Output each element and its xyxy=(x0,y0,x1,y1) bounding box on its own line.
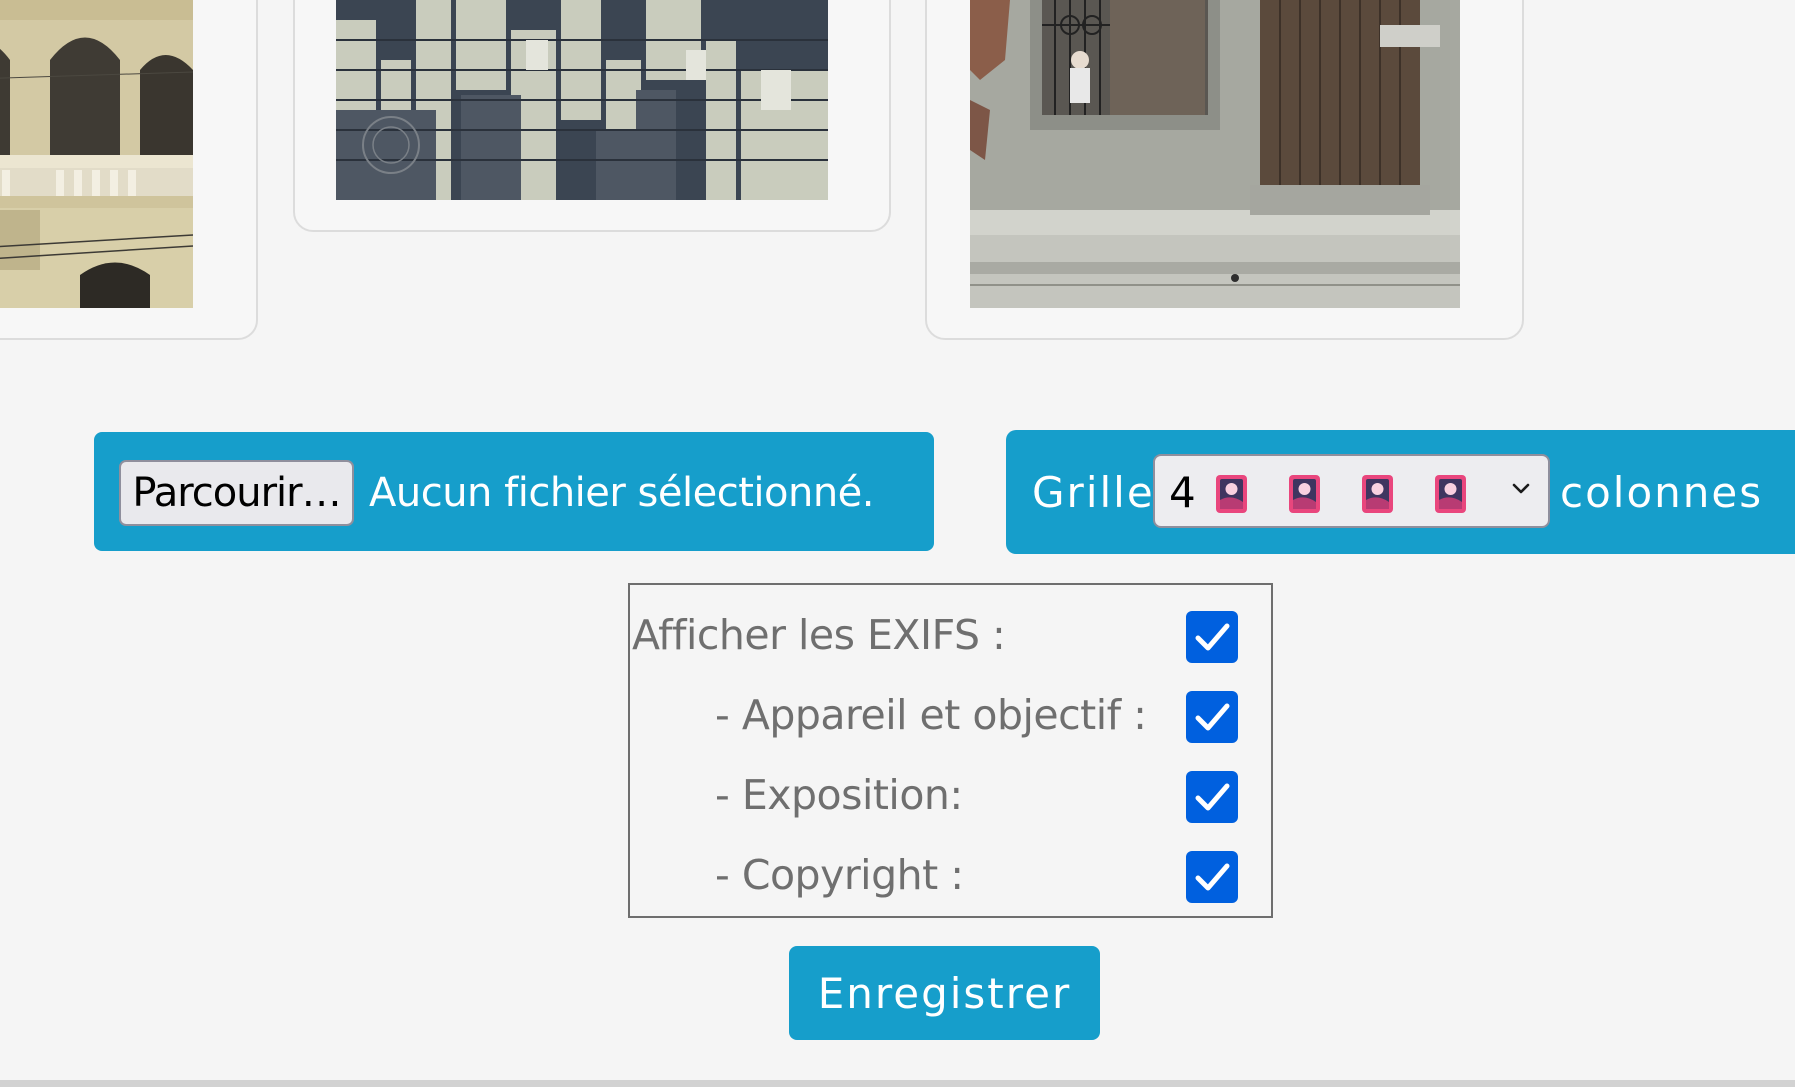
grid-columns-panel: Grille 4 colonnes xyxy=(1006,430,1795,554)
browse-button[interactable]: Parcourir… xyxy=(119,460,354,526)
exif-option-label: - Copyright : xyxy=(715,851,964,899)
exif-option-show: Afficher les EXIFS : xyxy=(630,605,1271,665)
picture-icon xyxy=(1215,474,1248,514)
exif-show-checkbox[interactable] xyxy=(1186,611,1238,663)
exif-option-label: Afficher les EXIFS : xyxy=(632,611,1006,659)
page-bottom-edge xyxy=(0,1080,1795,1087)
grid-columns-value: 4 xyxy=(1169,468,1196,517)
exif-camera-checkbox[interactable] xyxy=(1186,691,1238,743)
grid-suffix-label: colonnes xyxy=(1560,468,1764,517)
exif-copyright-checkbox[interactable] xyxy=(1186,851,1238,903)
exif-option-camera: - Appareil et objectif : xyxy=(630,685,1271,745)
chevron-down-icon xyxy=(1510,478,1532,500)
exif-option-copyright: - Copyright : xyxy=(630,845,1271,905)
file-upload-panel: Parcourir… Aucun fichier sélectionné. xyxy=(94,432,934,551)
picture-icon xyxy=(1288,474,1321,514)
exif-option-label: - Appareil et objectif : xyxy=(715,691,1147,739)
exif-option-label: - Exposition: xyxy=(715,771,963,819)
exif-exposure-checkbox[interactable] xyxy=(1186,771,1238,823)
picture-icon xyxy=(1361,474,1394,514)
save-button[interactable]: Enregistrer xyxy=(789,946,1100,1040)
photo-thumbnail[interactable] xyxy=(0,0,193,308)
exif-option-exposure: - Exposition: xyxy=(630,765,1271,825)
picture-icon xyxy=(1434,474,1467,514)
photo-thumbnail[interactable] xyxy=(336,0,828,200)
exif-options-box: Afficher les EXIFS : - Appareil et objec… xyxy=(628,583,1273,918)
photo-thumbnail[interactable] xyxy=(970,0,1460,308)
file-status-text: Aucun fichier sélectionné. xyxy=(369,470,875,516)
grid-columns-select[interactable]: 4 xyxy=(1153,454,1550,528)
grid-label: Grille xyxy=(1032,468,1155,517)
